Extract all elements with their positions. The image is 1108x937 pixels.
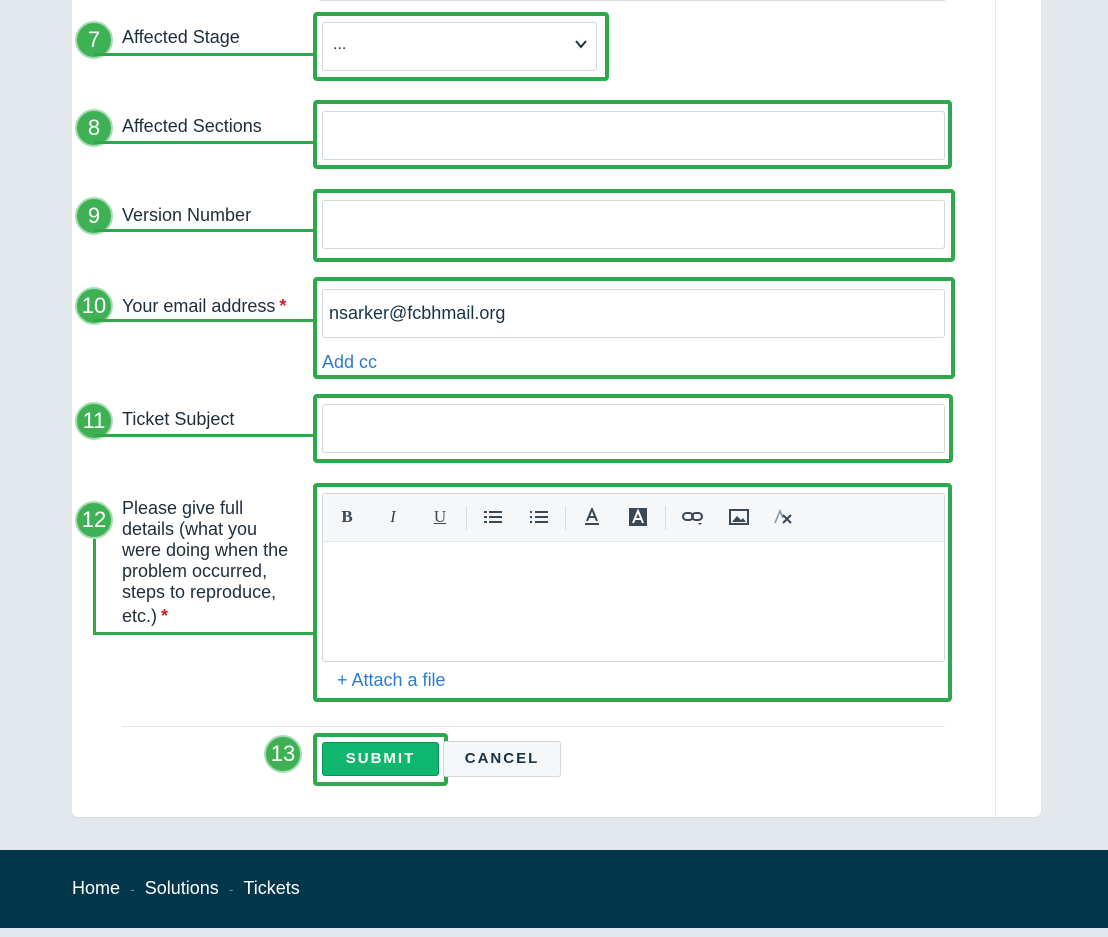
connector-11 bbox=[94, 434, 316, 437]
italic-button[interactable]: I bbox=[379, 504, 407, 530]
bulleted-list-icon bbox=[484, 511, 502, 523]
version-number-input[interactable] bbox=[322, 200, 945, 249]
footer-nav: Home - Solutions - Tickets bbox=[72, 878, 300, 899]
add-cc-link[interactable]: Add cc bbox=[322, 352, 377, 373]
font-color-icon bbox=[585, 506, 599, 525]
details-label-line: were doing when the bbox=[122, 540, 289, 560]
ticket-subject-label: Ticket Subject bbox=[122, 409, 235, 429]
underline-button[interactable]: U bbox=[426, 504, 454, 530]
footer-link-solutions[interactable]: Solutions bbox=[145, 878, 219, 898]
cancel-button[interactable]: CANCEL bbox=[443, 741, 561, 777]
required-marker: * bbox=[279, 296, 287, 316]
affected-sections-input[interactable] bbox=[322, 111, 945, 160]
submit-button[interactable]: SUBMIT bbox=[322, 742, 439, 776]
editor-toolbar: B I U bbox=[323, 494, 944, 542]
attach-file-link[interactable]: + Attach a file bbox=[337, 670, 446, 691]
details-label-line: Please give full bbox=[122, 498, 244, 518]
toolbar-separator bbox=[665, 506, 666, 530]
image-icon bbox=[729, 509, 749, 525]
version-number-label: Version Number bbox=[122, 205, 252, 225]
details-label: Please give full details (what you were … bbox=[122, 498, 312, 627]
image-button[interactable] bbox=[725, 504, 753, 530]
clear-format-icon bbox=[774, 508, 792, 524]
card-divider bbox=[995, 0, 996, 817]
background-color-icon bbox=[629, 508, 647, 526]
connector-9 bbox=[94, 229, 316, 232]
bold-button[interactable]: B bbox=[333, 504, 361, 530]
details-label-last-line: etc.) * bbox=[122, 606, 312, 627]
bulleted-list-button[interactable] bbox=[479, 504, 507, 530]
footer: Home - Solutions - Tickets bbox=[0, 850, 1108, 928]
step-badge-13: 13 bbox=[264, 735, 302, 773]
footer-link-home[interactable]: Home bbox=[72, 878, 120, 898]
details-editor[interactable]: B I U bbox=[322, 493, 945, 662]
footer-separator: - bbox=[130, 881, 135, 897]
previous-field-edge bbox=[320, 0, 945, 1]
required-marker: * bbox=[161, 606, 169, 626]
connector-7 bbox=[94, 53, 316, 56]
bottom-strip bbox=[0, 928, 1108, 937]
toolbar-separator bbox=[565, 506, 566, 530]
affected-stage-select[interactable]: ... bbox=[322, 22, 597, 71]
ticket-subject-input[interactable] bbox=[322, 404, 945, 453]
details-label-line: problem occurred, bbox=[122, 561, 268, 581]
email-label-text: Your email address bbox=[122, 296, 276, 316]
numbered-list-button[interactable] bbox=[525, 504, 553, 530]
step-badge-12: 12 bbox=[75, 501, 113, 539]
clear-format-button[interactable] bbox=[769, 504, 797, 530]
affected-stage-label: Affected Stage bbox=[122, 27, 240, 47]
form-actions-divider bbox=[122, 726, 945, 727]
link-icon bbox=[682, 512, 703, 525]
email-field[interactable]: nsarker@fcbhmail.org bbox=[322, 289, 945, 338]
link-button[interactable] bbox=[679, 504, 707, 530]
font-color-button[interactable] bbox=[578, 504, 606, 530]
toolbar-separator bbox=[466, 506, 467, 530]
affected-stage-value: ... bbox=[333, 36, 347, 53]
footer-link-tickets[interactable]: Tickets bbox=[243, 878, 299, 898]
numbered-list-icon bbox=[530, 511, 548, 523]
connector-10 bbox=[94, 319, 316, 322]
details-label-line: etc.) bbox=[122, 606, 158, 626]
connector-8 bbox=[94, 141, 316, 144]
connector-12 bbox=[93, 632, 316, 635]
chevron-down-icon bbox=[575, 40, 587, 49]
background-color-button[interactable] bbox=[624, 504, 652, 530]
connector-12-vertical bbox=[93, 539, 96, 635]
details-label-line: steps to reproduce, bbox=[122, 582, 277, 602]
affected-sections-label: Affected Sections bbox=[122, 116, 262, 136]
details-label-line: details (what you bbox=[122, 519, 258, 539]
email-label: Your email address * bbox=[122, 296, 286, 317]
footer-separator: - bbox=[228, 881, 234, 897]
